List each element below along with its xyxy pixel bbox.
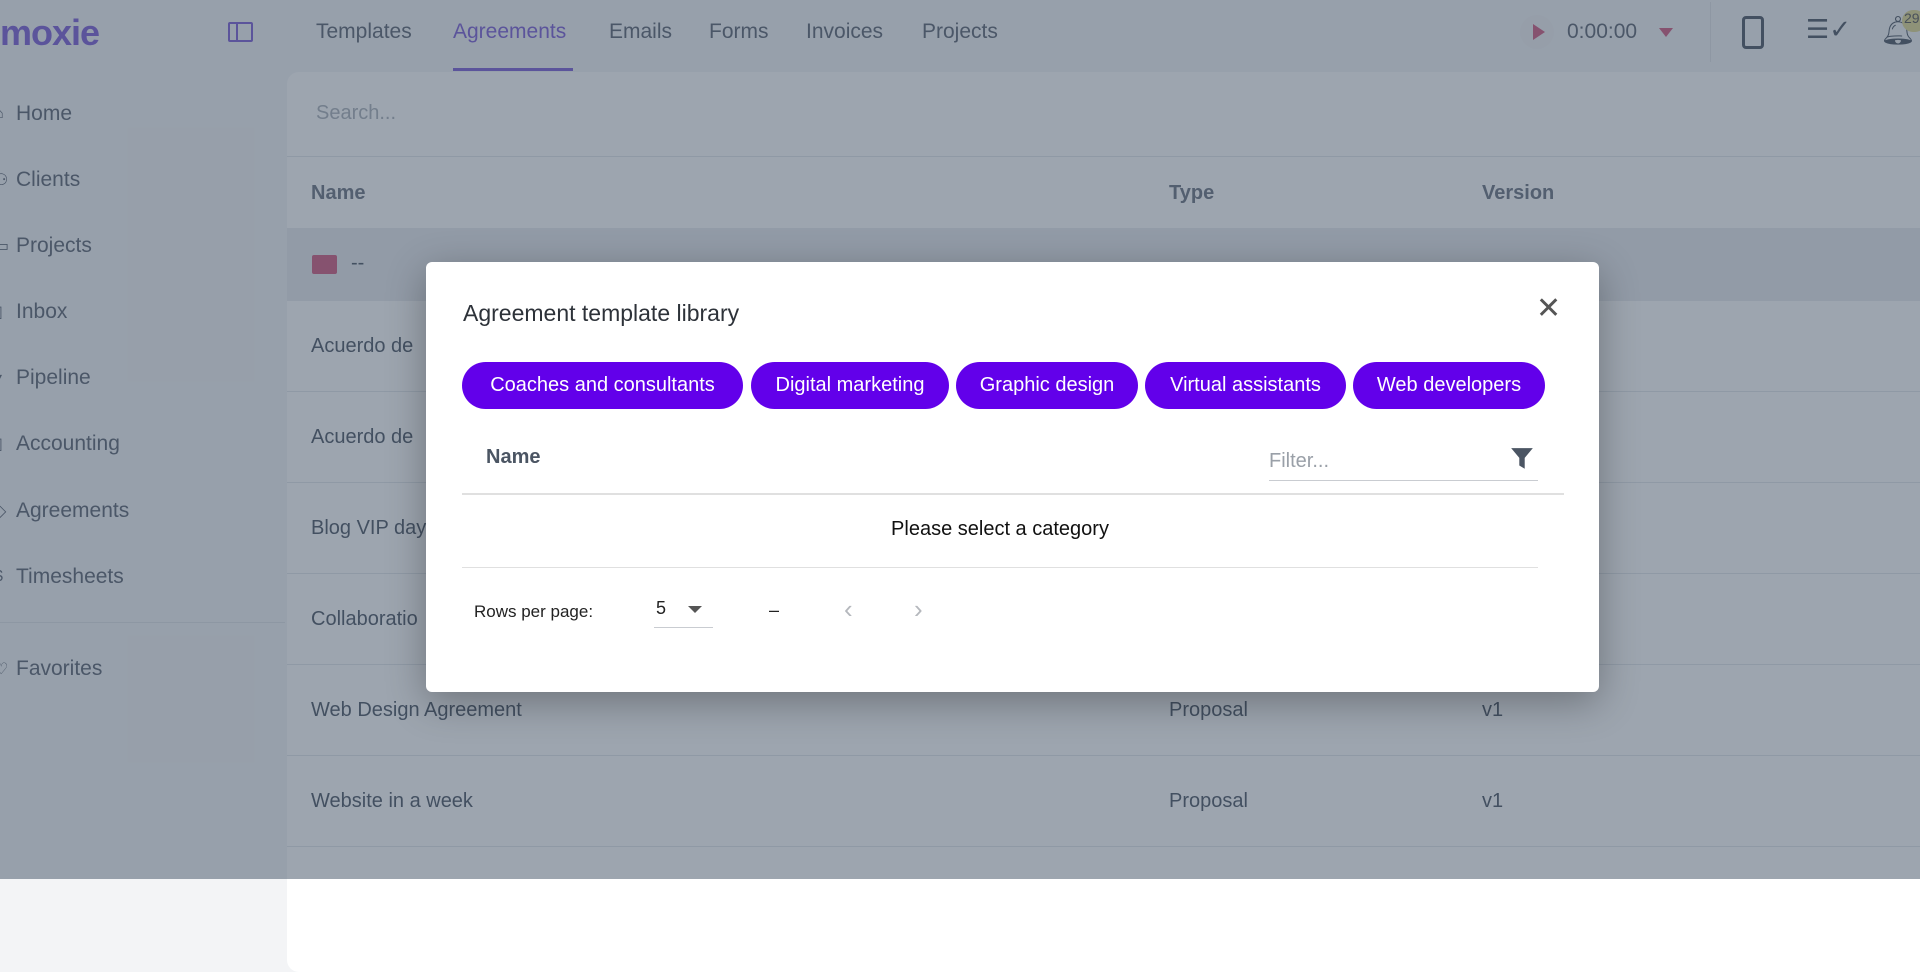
table-header-divider bbox=[462, 493, 1564, 495]
category-coaches-and-consultants[interactable]: Coaches and consultants bbox=[462, 362, 743, 409]
chevron-down-icon bbox=[688, 606, 702, 613]
filter-icon[interactable] bbox=[1509, 446, 1535, 472]
category-web-developers[interactable]: Web developers bbox=[1353, 362, 1545, 409]
table-footer-divider bbox=[462, 567, 1538, 568]
rows-per-page-select[interactable]: 5 bbox=[654, 596, 713, 628]
template-library-dialog: Agreement template library ✕ Coaches and… bbox=[426, 262, 1599, 692]
rows-per-page-value: 5 bbox=[656, 598, 667, 618]
rows-per-page-label: Rows per page: bbox=[474, 602, 594, 621]
filter-input[interactable] bbox=[1269, 442, 1538, 481]
empty-state-text: Please select a category bbox=[891, 518, 1109, 540]
close-icon[interactable]: ✕ bbox=[1536, 294, 1561, 324]
next-page-icon[interactable]: › bbox=[914, 594, 923, 625]
pagination-range: – bbox=[769, 600, 780, 620]
dialog-title: Agreement template library bbox=[463, 300, 740, 326]
category-graphic-design[interactable]: Graphic design bbox=[956, 362, 1138, 409]
category-digital-marketing[interactable]: Digital marketing bbox=[751, 362, 949, 409]
previous-page-icon[interactable]: ‹ bbox=[844, 594, 853, 625]
category-virtual-assistants[interactable]: Virtual assistants bbox=[1145, 362, 1346, 409]
column-header-name[interactable]: Name bbox=[486, 446, 540, 469]
